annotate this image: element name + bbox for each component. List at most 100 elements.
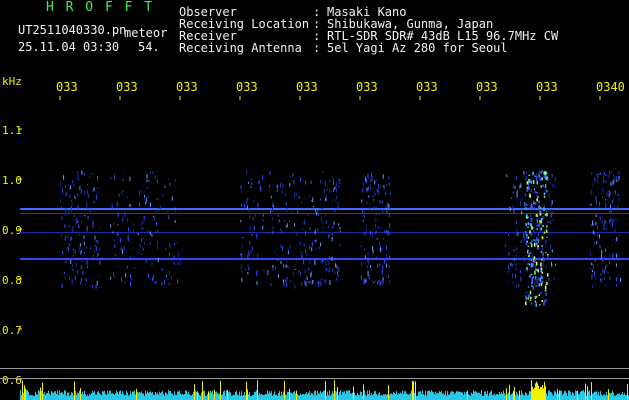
level-bar — [557, 389, 558, 400]
level-bar — [561, 390, 562, 400]
level-bar — [556, 393, 557, 400]
level-bar — [404, 391, 405, 400]
meteor-echo — [541, 300, 543, 302]
noise-pixel — [613, 179, 615, 184]
noise-pixel — [285, 202, 287, 206]
noise-pixel — [70, 236, 71, 242]
noise-pixel — [377, 282, 379, 284]
noise-pixel — [591, 269, 593, 273]
level-bar — [340, 390, 341, 400]
noise-pixel — [165, 186, 167, 188]
level-bar — [466, 391, 467, 400]
noise-pixel — [79, 231, 81, 237]
noise-pixel — [251, 233, 253, 237]
noise-pixel — [60, 199, 62, 203]
level-bar — [109, 390, 110, 400]
noise-pixel — [96, 280, 98, 286]
noise-pixel — [133, 256, 135, 259]
level-bar — [62, 392, 63, 400]
level-bar — [298, 395, 299, 400]
level-bar — [446, 395, 447, 400]
level-bar — [158, 394, 159, 400]
noise-pixel — [523, 257, 525, 262]
noise-pixel — [542, 262, 544, 267]
noise-pixel — [165, 248, 167, 250]
meteor-echo — [541, 259, 543, 261]
noise-pixel — [597, 192, 599, 195]
noise-pixel — [515, 221, 517, 225]
meteor-echo — [546, 236, 548, 239]
meteor-echo — [537, 268, 539, 273]
level-bar — [67, 392, 68, 400]
noise-pixel — [286, 282, 288, 288]
noise-pixel — [608, 174, 610, 179]
level-bar — [580, 391, 581, 400]
level-bar — [98, 391, 99, 400]
noise-pixel — [173, 262, 175, 265]
noise-pixel — [80, 281, 82, 285]
noise-pixel — [83, 251, 85, 255]
noise-pixel — [128, 227, 129, 232]
level-bar — [28, 392, 29, 400]
noise-pixel — [325, 267, 327, 272]
level-bar — [432, 391, 433, 400]
noise-pixel — [72, 248, 74, 252]
level-bar — [213, 394, 214, 400]
noise-pixel — [270, 207, 272, 213]
level-bar — [416, 395, 417, 400]
noise-pixel — [249, 225, 251, 229]
noise-pixel — [269, 171, 271, 175]
noise-pixel — [377, 184, 379, 189]
meteor-echo — [543, 259, 545, 262]
noise-pixel — [603, 224, 605, 227]
level-bar — [377, 395, 378, 400]
level-bar — [605, 395, 606, 400]
noise-pixel — [554, 176, 556, 182]
noise-pixel — [65, 235, 67, 238]
noise-pixel — [156, 179, 158, 183]
noise-pixel — [97, 253, 99, 256]
level-bar — [362, 395, 363, 400]
noise-pixel — [388, 212, 390, 218]
meteor-echo — [527, 226, 529, 228]
noise-pixel — [285, 211, 287, 213]
noise-pixel — [594, 271, 596, 275]
level-bar — [325, 381, 326, 400]
noise-pixel — [277, 258, 279, 261]
level-bar — [281, 391, 282, 400]
noise-pixel — [130, 275, 132, 278]
noise-pixel — [149, 241, 151, 246]
noise-pixel — [258, 180, 259, 184]
noise-pixel — [509, 207, 511, 212]
meteor-echo — [525, 207, 527, 210]
noise-pixel — [260, 187, 262, 192]
noise-pixel — [367, 174, 369, 178]
noise-pixel — [382, 174, 384, 179]
level-bar — [545, 386, 546, 400]
noise-pixel — [520, 183, 522, 188]
level-bar — [297, 394, 298, 400]
noise-pixel — [331, 233, 333, 236]
noise-pixel — [315, 248, 317, 250]
level-bar — [80, 388, 81, 400]
noise-pixel — [247, 254, 249, 258]
level-bar — [114, 394, 115, 400]
noise-pixel — [365, 224, 367, 226]
noise-pixel — [523, 233, 524, 237]
noise-pixel — [152, 171, 154, 175]
meteor-echo — [535, 295, 537, 298]
level-bar — [146, 393, 147, 400]
noise-pixel — [142, 227, 144, 230]
noise-pixel — [510, 262, 512, 266]
noise-pixel — [149, 171, 151, 174]
noise-pixel — [389, 279, 391, 284]
level-bar — [303, 393, 304, 400]
noise-pixel — [305, 249, 307, 253]
level-bar — [106, 395, 107, 400]
noise-pixel — [333, 221, 335, 225]
meteor-echo — [532, 286, 535, 290]
noise-pixel — [371, 279, 373, 281]
noise-pixel — [386, 210, 388, 214]
level-bar — [323, 390, 324, 400]
meteor-echo — [529, 290, 532, 295]
